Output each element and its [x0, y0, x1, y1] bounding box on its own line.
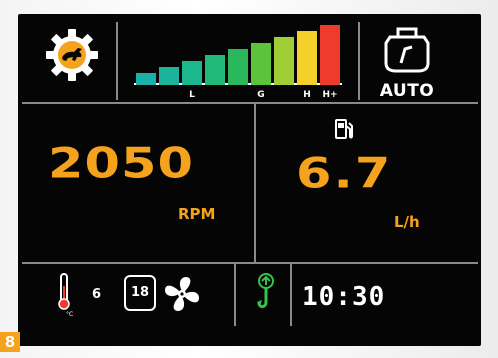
divider-horizontal-bottom [22, 262, 478, 264]
mode-level-bars: L G H H+ [132, 23, 344, 101]
rpm-unit: RPM [178, 205, 216, 223]
divider-top-right [358, 22, 360, 100]
mode-bar [274, 37, 294, 85]
mode-bar [320, 25, 340, 85]
mode-bar [205, 55, 225, 85]
gear-indicator[interactable]: 18 [124, 275, 156, 311]
mode-bar [228, 49, 248, 85]
temp-unit: °C [66, 311, 73, 318]
engine-auto-icon [384, 27, 430, 73]
mode-bar [182, 61, 202, 85]
hook-up-icon[interactable] [255, 272, 277, 314]
temperature-value: 6 [92, 287, 102, 302]
divider-top-left [116, 22, 118, 100]
divider-middle [254, 104, 256, 262]
page-badge: 8 [0, 332, 20, 352]
mode-bar [136, 73, 156, 85]
mode-bar-label: H+ [322, 90, 338, 100]
auto-mode-indicator[interactable]: AUTO [368, 23, 446, 103]
thermometer-icon: °C [56, 272, 76, 318]
clock-time: 10:30 [302, 282, 386, 312]
mode-bar [251, 43, 271, 85]
fuel-rate-unit: L/h [394, 213, 420, 231]
fan-icon[interactable] [162, 274, 202, 314]
fuel-pump-icon [334, 118, 354, 140]
fuel-rate-value: 6.7 [296, 150, 393, 199]
rabbit-gear-icon[interactable] [44, 27, 100, 83]
mode-bar-label: L [189, 90, 195, 100]
auto-label: AUTO [379, 81, 435, 101]
divider-bottom-right [290, 264, 292, 326]
mode-bar [159, 67, 179, 85]
rpm-value: 2050 [48, 140, 194, 189]
mode-bar-label: H [303, 90, 311, 100]
divider-bottom-left [234, 264, 236, 326]
mode-bar-label: G [257, 90, 265, 100]
gear-value: 18 [130, 285, 150, 300]
mode-bar [297, 31, 317, 85]
page-number: 8 [4, 333, 16, 351]
